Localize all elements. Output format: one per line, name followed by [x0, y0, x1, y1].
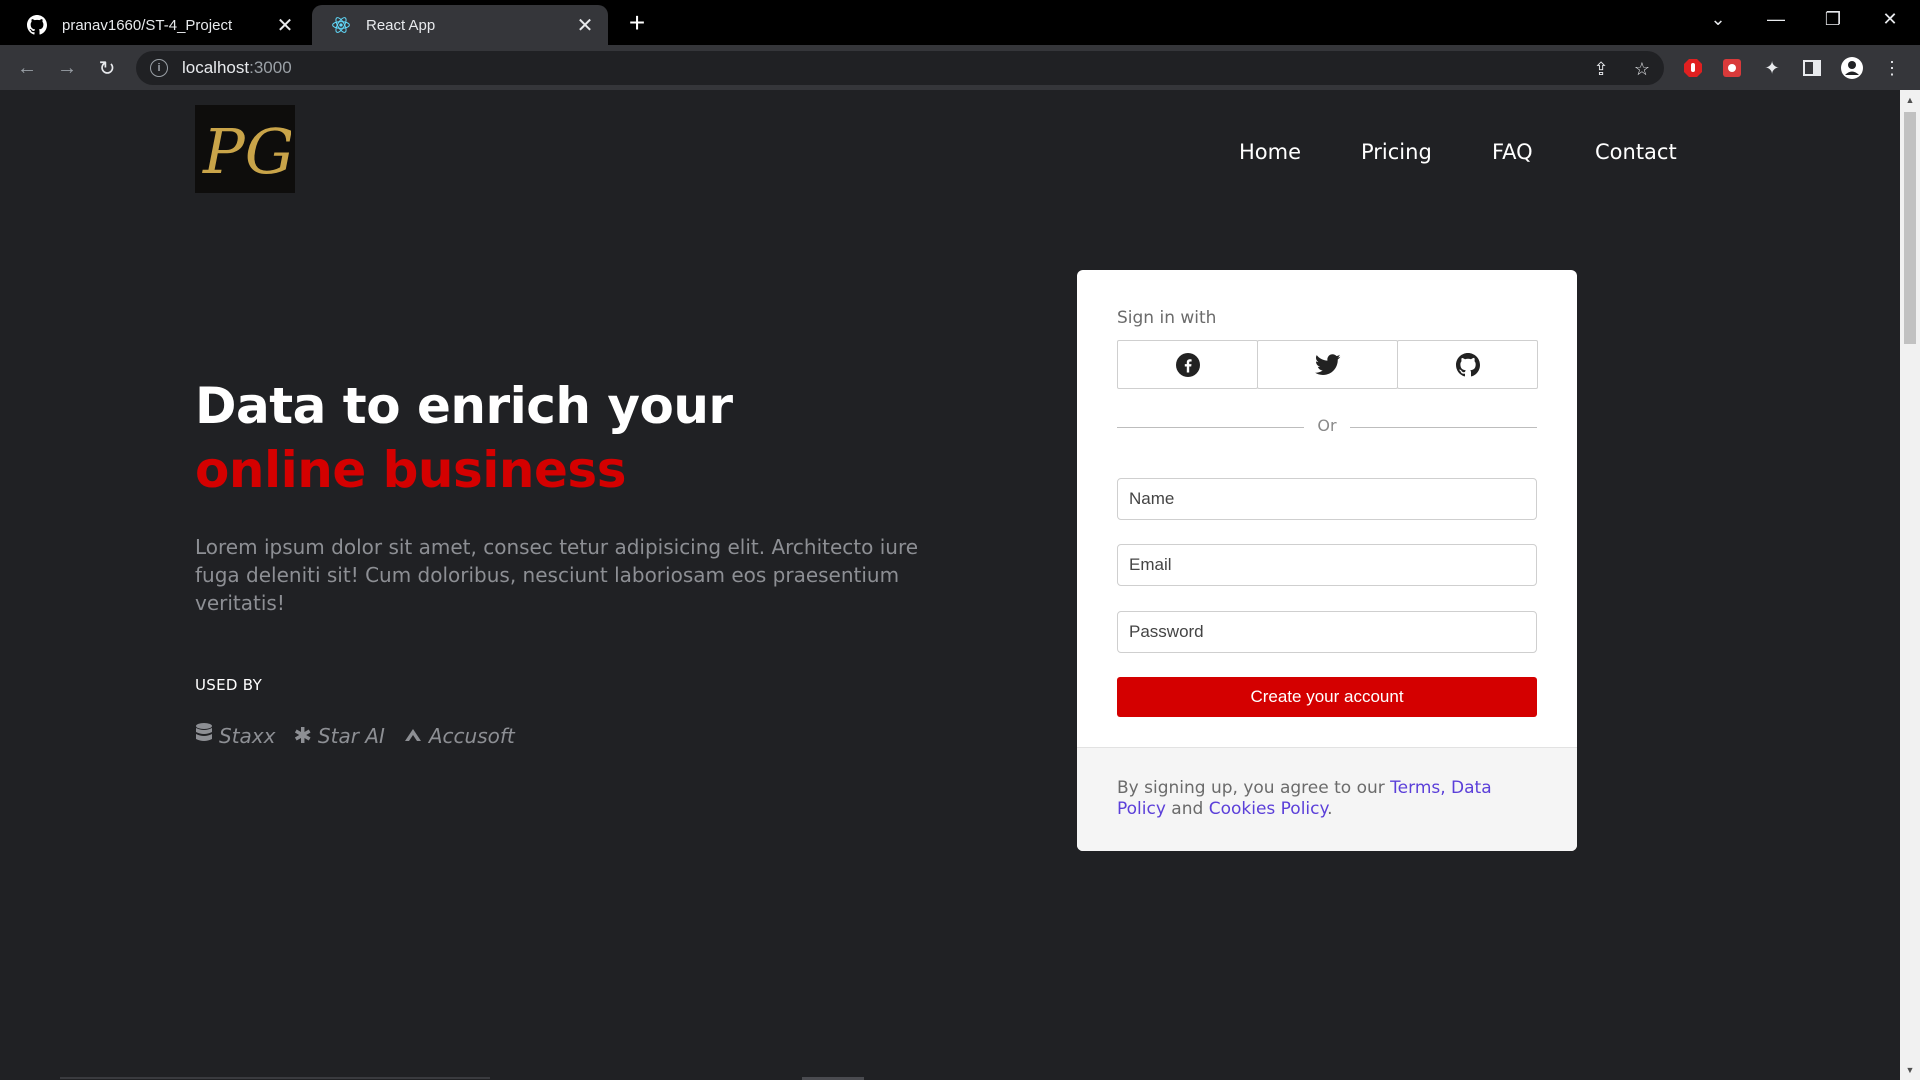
page-scrollbar[interactable]: ▲ ▼: [1900, 90, 1920, 1080]
tab-title: pranav1660/ST-4_Project: [62, 16, 233, 34]
logo-monogram: PG: [202, 115, 291, 188]
bookmark-star-icon[interactable]: ☆: [1631, 58, 1653, 80]
site-info-icon[interactable]: i: [150, 59, 168, 77]
sign-in-with-label: Sign in with: [1117, 308, 1217, 328]
side-panel-icon[interactable]: [1798, 54, 1826, 82]
scroll-down-arrow-icon[interactable]: ▼: [1900, 1062, 1920, 1078]
menu-kebab-icon[interactable]: ⋮: [1878, 54, 1906, 82]
social-login-group: [1117, 340, 1538, 389]
cookies-policy-link[interactable]: Cookies Policy: [1209, 799, 1327, 819]
minimize-button[interactable]: —: [1748, 0, 1804, 38]
github-login-button[interactable]: [1397, 340, 1538, 389]
hero-title-accent: online business: [195, 441, 626, 499]
close-tab-icon[interactable]: ✕: [572, 12, 598, 38]
extensions-puzzle-icon[interactable]: ✦: [1758, 54, 1786, 82]
brand-accusoft: Accusoft: [403, 722, 515, 750]
url-text: localhost:3000: [182, 58, 292, 77]
tab-react-app[interactable]: React App ✕: [312, 5, 608, 45]
hero-title: Data to enrich your online business: [195, 374, 733, 502]
brand-staxx: Staxx: [195, 722, 275, 750]
accusoft-icon: [403, 724, 423, 749]
brand-name: Staxx: [219, 724, 276, 748]
address-bar[interactable]: i localhost:3000 ⇪ ☆: [136, 51, 1664, 85]
react-icon: [330, 14, 352, 36]
page-viewport: PG Home Pricing FAQ Contact Data to enri…: [0, 90, 1900, 1080]
nav-faq[interactable]: FAQ: [1492, 140, 1533, 164]
hero-description: Lorem ipsum dolor sit amet, consec tetur…: [195, 535, 919, 615]
facebook-login-button[interactable]: [1117, 340, 1258, 389]
github-icon: [1455, 352, 1480, 376]
database-icon: [195, 722, 213, 750]
create-account-button[interactable]: Create your account: [1117, 677, 1537, 717]
brand-list: Staxx ✱ Star AI Accusoft: [195, 722, 515, 750]
password-input[interactable]: [1117, 611, 1537, 653]
terms-footer: By signing up, you agree to our Terms, D…: [1077, 747, 1577, 851]
brand-star-ai: ✱ Star AI: [293, 722, 384, 750]
used-by-label: USED BY: [195, 676, 263, 694]
brand-name: Accusoft: [428, 724, 515, 748]
close-tab-icon[interactable]: ✕: [272, 12, 298, 38]
email-input[interactable]: [1117, 544, 1537, 586]
name-input[interactable]: [1117, 478, 1537, 520]
scrollbar-thumb[interactable]: [1904, 112, 1916, 344]
extension-icon[interactable]: [1718, 54, 1746, 82]
tab-title: React App: [366, 16, 436, 34]
nav-contact[interactable]: Contact: [1595, 140, 1677, 164]
twitter-icon: [1314, 353, 1341, 375]
github-icon: [26, 14, 48, 36]
tab-github-project[interactable]: pranav1660/ST-4_Project ✕: [8, 5, 308, 45]
terms-text: By signing up, you agree to our Terms, D…: [1117, 778, 1492, 819]
twitter-login-button[interactable]: [1257, 340, 1398, 389]
browser-tab-strip: pranav1660/ST-4_Project ✕ React App ✕ + …: [0, 0, 1920, 45]
or-divider: Or: [1117, 416, 1537, 436]
tab-search-icon[interactable]: ⌄: [1690, 0, 1746, 38]
nav-home[interactable]: Home: [1239, 140, 1301, 164]
horizontal-rule: [60, 1077, 490, 1079]
scroll-up-arrow-icon[interactable]: ▲: [1900, 92, 1920, 108]
asterisk-icon: ✱: [293, 723, 312, 749]
brand-name: Star AI: [317, 724, 385, 748]
reload-button[interactable]: ↻: [92, 53, 122, 83]
back-button[interactable]: ←: [12, 53, 42, 83]
close-window-button[interactable]: ✕: [1862, 0, 1918, 38]
adblock-extension-icon[interactable]: [1679, 54, 1707, 82]
facebook-icon: [1175, 352, 1200, 377]
divider-line: [1350, 427, 1537, 428]
share-icon[interactable]: ⇪: [1590, 58, 1612, 80]
forward-button[interactable]: →: [52, 53, 82, 83]
brand-logo[interactable]: PG: [195, 105, 295, 193]
restore-button[interactable]: ❐: [1805, 0, 1861, 38]
profile-avatar-icon[interactable]: [1838, 54, 1866, 82]
browser-toolbar: ← → ↻ i localhost:3000 ⇪ ☆ ✦ ⋮: [0, 45, 1920, 90]
nav-pricing[interactable]: Pricing: [1361, 140, 1432, 164]
or-label: Or: [1317, 416, 1337, 435]
hero-title-line1: Data to enrich your: [195, 377, 733, 435]
signup-card: Sign in with Or Create your account By s…: [1077, 270, 1577, 851]
new-tab-button[interactable]: +: [622, 7, 652, 38]
